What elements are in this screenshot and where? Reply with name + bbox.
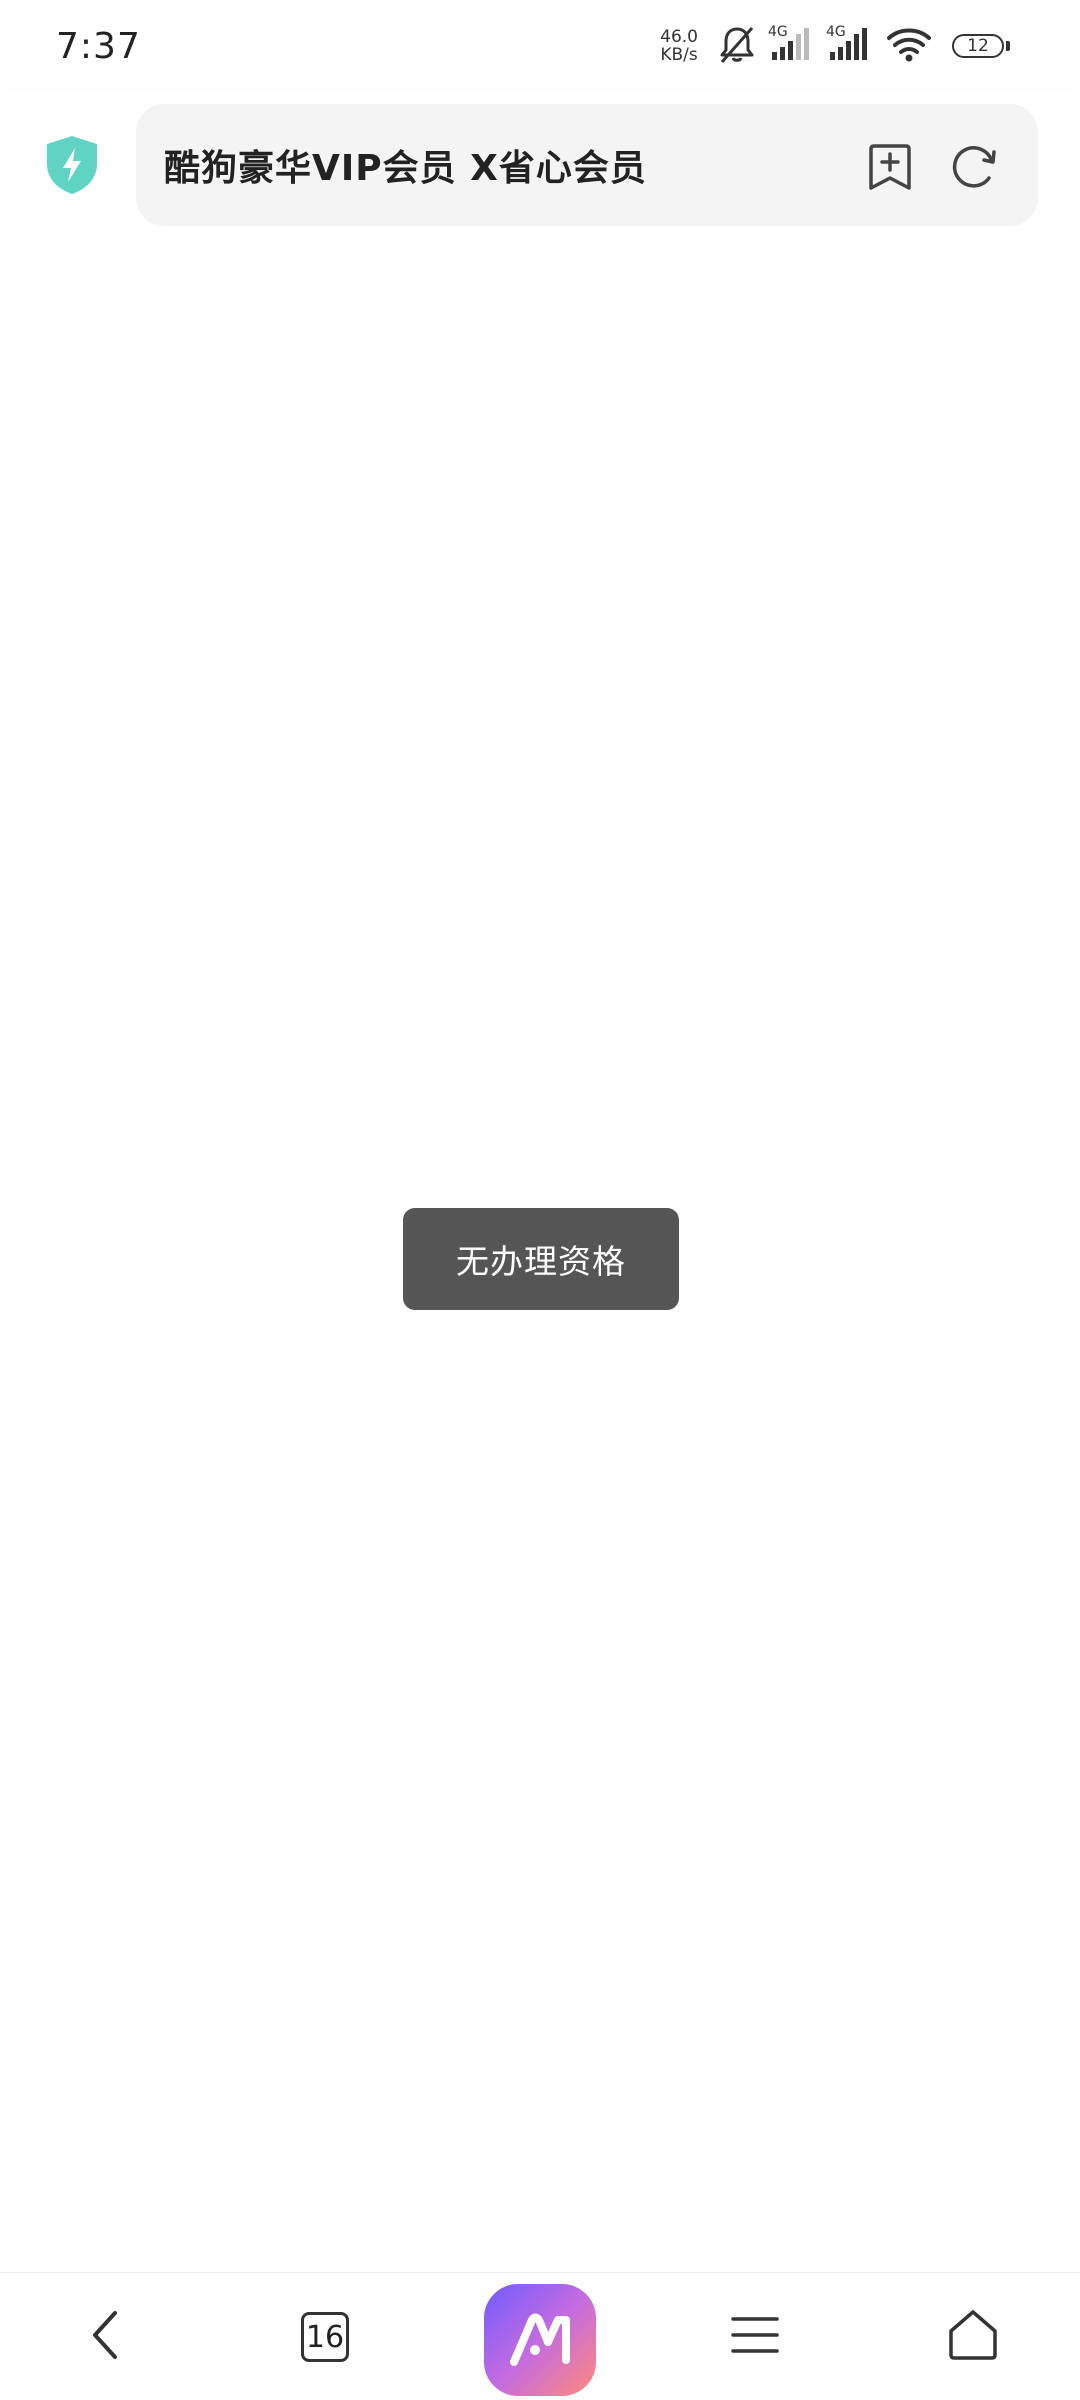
refresh-icon bbox=[948, 146, 1000, 196]
network-speed: 46.0 KB/s bbox=[660, 28, 698, 64]
wifi-icon bbox=[886, 26, 932, 66]
toast-message: 无办理资格 bbox=[403, 1208, 679, 1310]
battery-cap bbox=[1006, 41, 1010, 51]
security-shield-button[interactable] bbox=[40, 132, 104, 202]
network-speed-value: 46.0 bbox=[660, 27, 698, 47]
sim1-network-type: 4G bbox=[768, 24, 788, 40]
home-button[interactable] bbox=[928, 2273, 1018, 2400]
status-icons: 46.0 KB/s 4G 4G 12 bbox=[660, 24, 1010, 68]
bookmark-add-icon bbox=[866, 144, 914, 196]
ai-assistant-button[interactable] bbox=[482, 2273, 598, 2400]
browser-toolbar: 酷狗豪华VIP会员 X省心会员 bbox=[0, 92, 1080, 242]
chevron-left-icon bbox=[85, 2307, 125, 2367]
battery-level: 12 bbox=[967, 36, 989, 56]
refresh-button[interactable] bbox=[948, 140, 1000, 192]
menu-hamburger-icon bbox=[729, 2313, 781, 2361]
shield-bolt-icon bbox=[44, 134, 100, 200]
tab-count-box: 16 bbox=[301, 2312, 349, 2362]
status-bar: 7:37 46.0 KB/s 4G 4G 12 bbox=[0, 0, 1080, 92]
sim1-signal: 4G bbox=[768, 24, 814, 66]
add-bookmark-button[interactable] bbox=[866, 142, 914, 192]
network-speed-unit: KB/s bbox=[660, 45, 698, 65]
tab-count: 16 bbox=[305, 2319, 345, 2355]
home-icon bbox=[945, 2307, 1001, 2367]
bottom-navigation: 16 bbox=[0, 2272, 1080, 2400]
sim2-signal: 4G bbox=[826, 24, 872, 66]
page-title: 酷狗豪华VIP会员 X省心会员 bbox=[164, 148, 647, 189]
menu-button[interactable] bbox=[710, 2273, 800, 2400]
ai-assistant-logo-icon bbox=[484, 2284, 596, 2396]
browser-screen: 7:37 46.0 KB/s 4G 4G 12 酷狗豪华VIP会员 X省心会员 … bbox=[0, 0, 1080, 2400]
back-button[interactable] bbox=[60, 2273, 150, 2400]
status-time: 7:37 bbox=[56, 25, 141, 67]
battery-body: 12 bbox=[952, 34, 1004, 58]
battery-indicator: 12 bbox=[952, 34, 1010, 58]
tabs-button[interactable]: 16 bbox=[280, 2273, 370, 2400]
sim2-network-type: 4G bbox=[826, 24, 846, 40]
bell-muted-icon bbox=[718, 24, 756, 68]
toast-text: 无办理资格 bbox=[456, 1242, 626, 1281]
address-bar[interactable]: 酷狗豪华VIP会员 X省心会员 bbox=[136, 104, 1038, 226]
